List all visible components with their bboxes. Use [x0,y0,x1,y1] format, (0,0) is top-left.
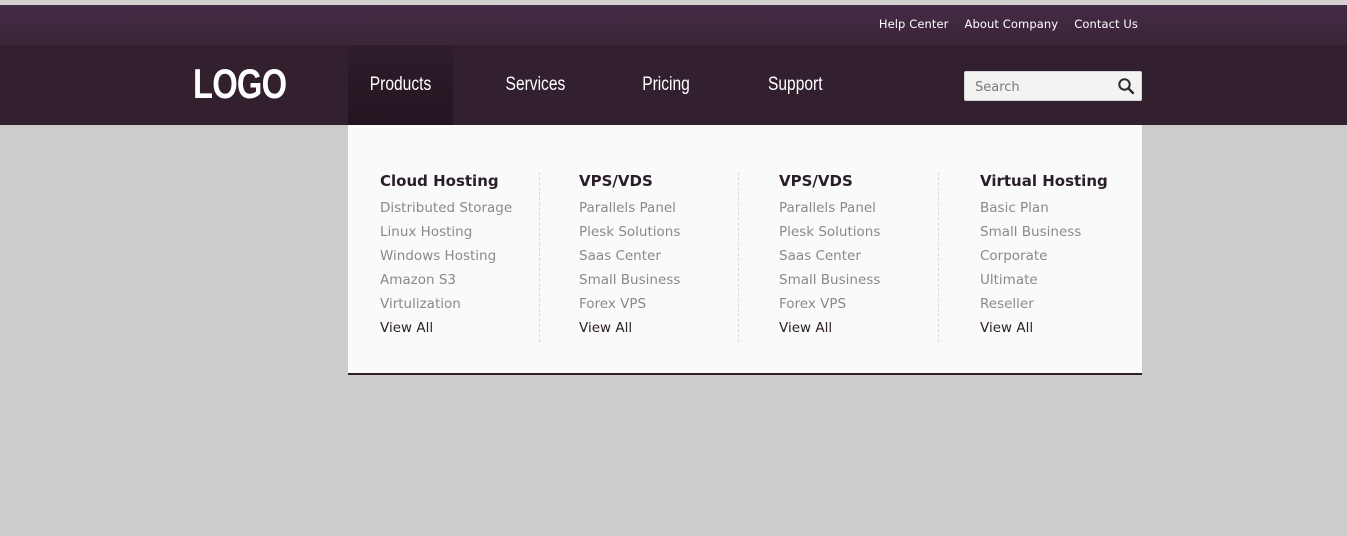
menu-column: VPS/VDS Parallels Panel Plesk Solutions … [579,172,680,342]
menu-link[interactable]: Small Business [980,220,1108,244]
column-divider [539,172,540,342]
column-title: Virtual Hosting [980,172,1108,190]
help-center-link[interactable]: Help Center [879,17,949,31]
menu-column: Cloud Hosting Distributed Storage Linux … [380,172,512,342]
menu-link[interactable]: Distributed Storage [380,196,512,220]
menu-link[interactable]: Ultimate [980,268,1108,292]
menu-link[interactable]: Linux Hosting [380,220,512,244]
search-input[interactable] [975,78,1115,96]
menu-link[interactable]: Parallels Panel [779,196,880,220]
column-divider [738,172,739,342]
menu-link[interactable]: Reseller [980,292,1108,316]
column-title: VPS/VDS [579,172,653,190]
nav-support-label: Support [767,74,823,95]
column-title: Cloud Hosting [380,172,499,190]
magnifier-icon[interactable] [1117,77,1135,95]
view-all-link[interactable]: View All [779,316,880,340]
menu-link[interactable]: Virtulization [380,292,512,316]
view-all-link[interactable]: View All [380,316,512,340]
logo[interactable]: LOGO [193,60,287,108]
nav-support[interactable]: Support [715,45,875,125]
menu-link[interactable]: Saas Center [779,244,880,268]
column-divider [938,172,939,342]
nav-pricing-label: Pricing [642,74,691,95]
contact-us-link[interactable]: Contact Us [1074,17,1138,31]
about-company-link[interactable]: About Company [965,17,1059,31]
nav-pricing[interactable]: Pricing [618,45,715,125]
top-links: Help Center About Company Contact Us [879,17,1138,31]
main-header: LOGO Products Services Pricing Support [0,45,1347,125]
menu-link[interactable]: Corporate [980,244,1108,268]
menu-link[interactable]: Saas Center [579,244,680,268]
view-all-link[interactable]: View All [579,316,680,340]
column-title: VPS/VDS [779,172,853,190]
menu-link[interactable]: Forex VPS [579,292,680,316]
menu-link[interactable]: Parallels Panel [579,196,680,220]
view-all-link[interactable]: View All [980,316,1108,340]
nav-products[interactable]: Products [348,45,453,125]
search-box [964,71,1142,101]
menu-link[interactable]: Small Business [779,268,880,292]
menu-link[interactable]: Plesk Solutions [579,220,680,244]
nav-services-label: Services [505,74,566,95]
menu-link[interactable]: Plesk Solutions [779,220,880,244]
menu-column: Virtual Hosting Basic Plan Small Busines… [980,172,1108,342]
top-bar: Help Center About Company Contact Us [0,5,1347,45]
menu-link[interactable]: Basic Plan [980,196,1108,220]
menu-link[interactable]: Windows Hosting [380,244,512,268]
main-nav: Products Services Pricing Support [348,45,875,125]
nav-products-label: Products [369,74,432,95]
menu-link[interactable]: Small Business [579,268,680,292]
menu-column: VPS/VDS Parallels Panel Plesk Solutions … [779,172,880,342]
menu-link[interactable]: Amazon S3 [380,268,512,292]
menu-link[interactable]: Forex VPS [779,292,880,316]
nav-services[interactable]: Services [453,45,618,125]
products-mega-menu: Cloud Hosting Distributed Storage Linux … [348,125,1142,375]
